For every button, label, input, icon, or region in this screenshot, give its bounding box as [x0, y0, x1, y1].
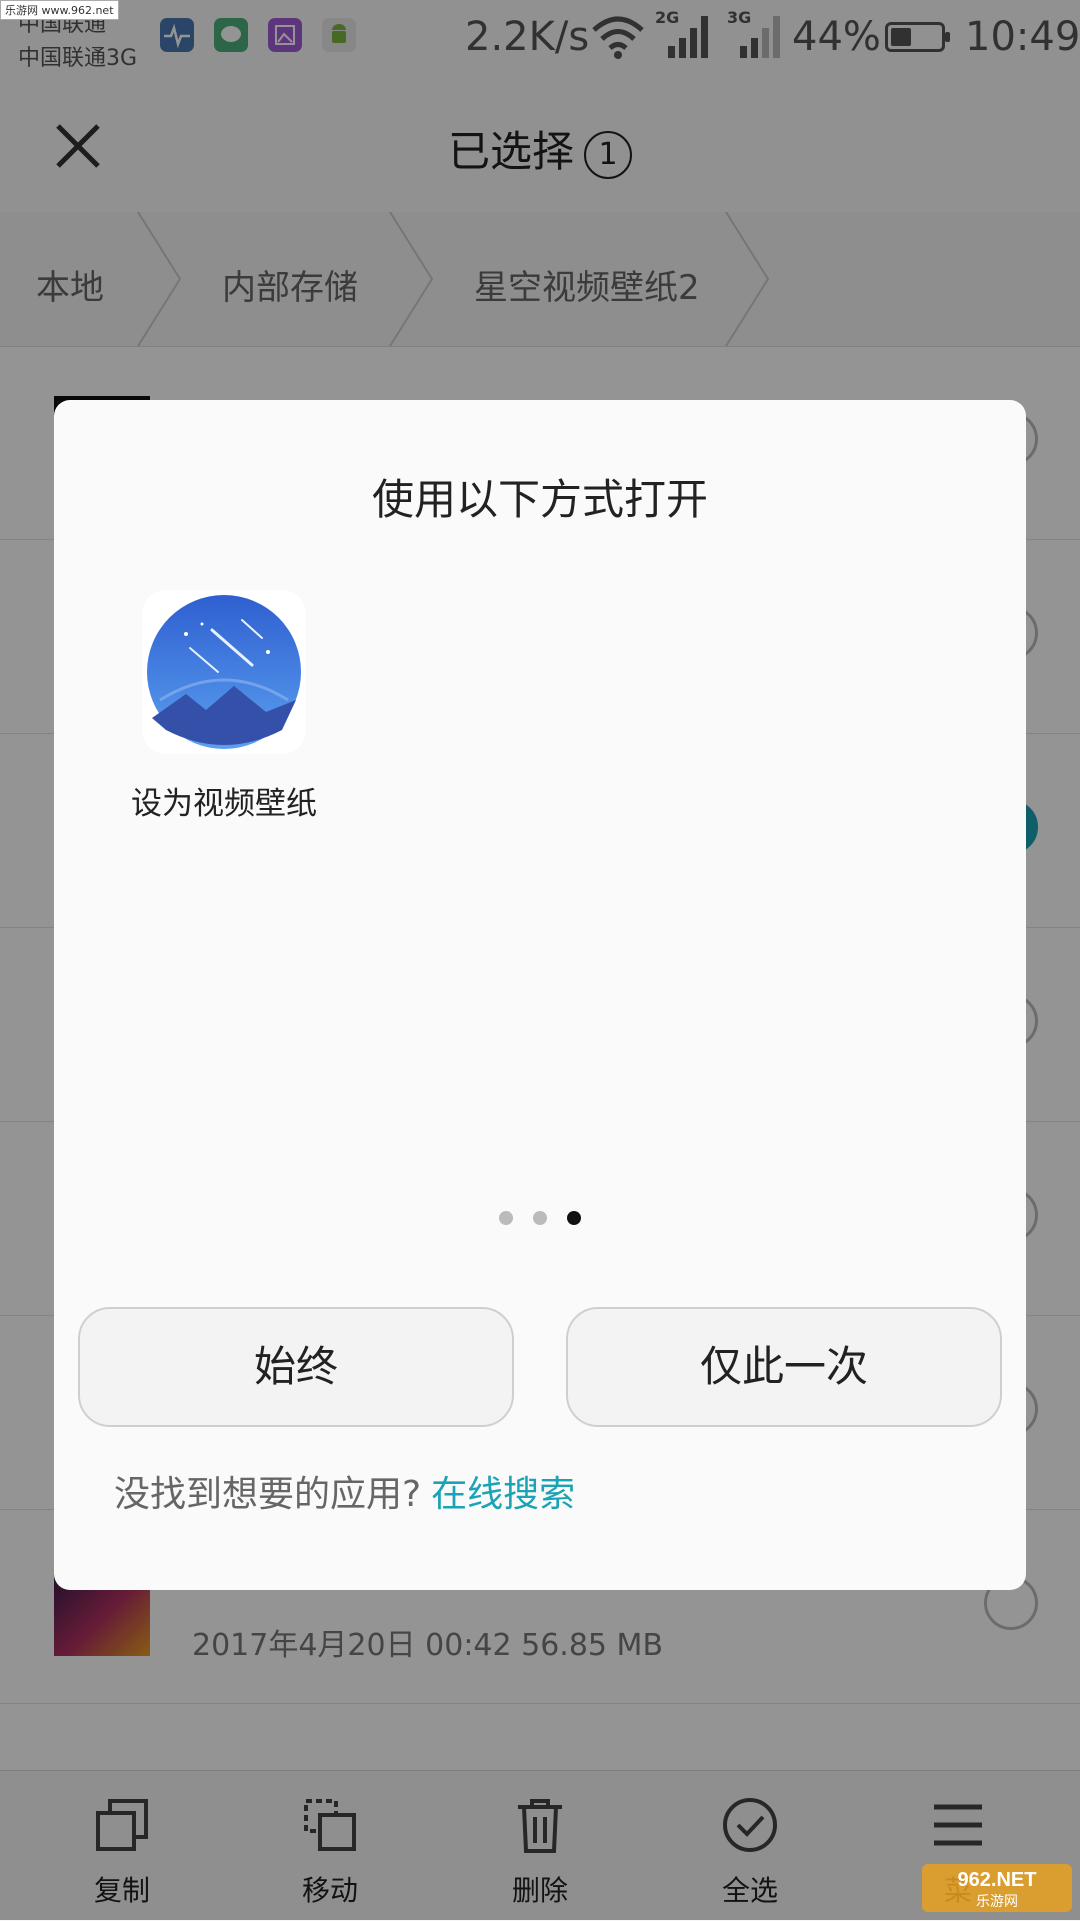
no-app-prompt: 没找到想要的应用?	[114, 1474, 422, 1515]
page-dot	[499, 1211, 513, 1225]
dialog-title: 使用以下方式打开	[371, 475, 708, 524]
svg-text:乐游网: 乐游网	[976, 1894, 1018, 1910]
watermark-logo: 962.NET 乐游网	[922, 1864, 1072, 1912]
app-label: 设为视频壁纸	[131, 786, 317, 822]
page-dot	[533, 1211, 547, 1225]
page-dot-active	[567, 1211, 581, 1225]
open-with-dialog: 使用以下方式打开 设为视频壁纸 始终 仅此一次 没找到想要的应用? 在线搜索	[54, 400, 1026, 1590]
page-indicator	[54, 1210, 1026, 1229]
watermark-top-left: 乐游网 www.962.net	[0, 0, 119, 20]
no-app-found-text: 没找到想要的应用? 在线搜索	[114, 1465, 575, 1517]
always-button[interactable]: 始终	[78, 1307, 514, 1427]
svg-text:962.NET: 962.NET	[958, 1869, 1037, 1891]
online-search-link[interactable]: 在线搜索	[431, 1474, 575, 1515]
app-option-video-wallpaper[interactable]: 设为视频壁纸	[114, 590, 334, 830]
video-wallpaper-app-icon	[142, 590, 306, 754]
just-once-button[interactable]: 仅此一次	[566, 1307, 1002, 1427]
